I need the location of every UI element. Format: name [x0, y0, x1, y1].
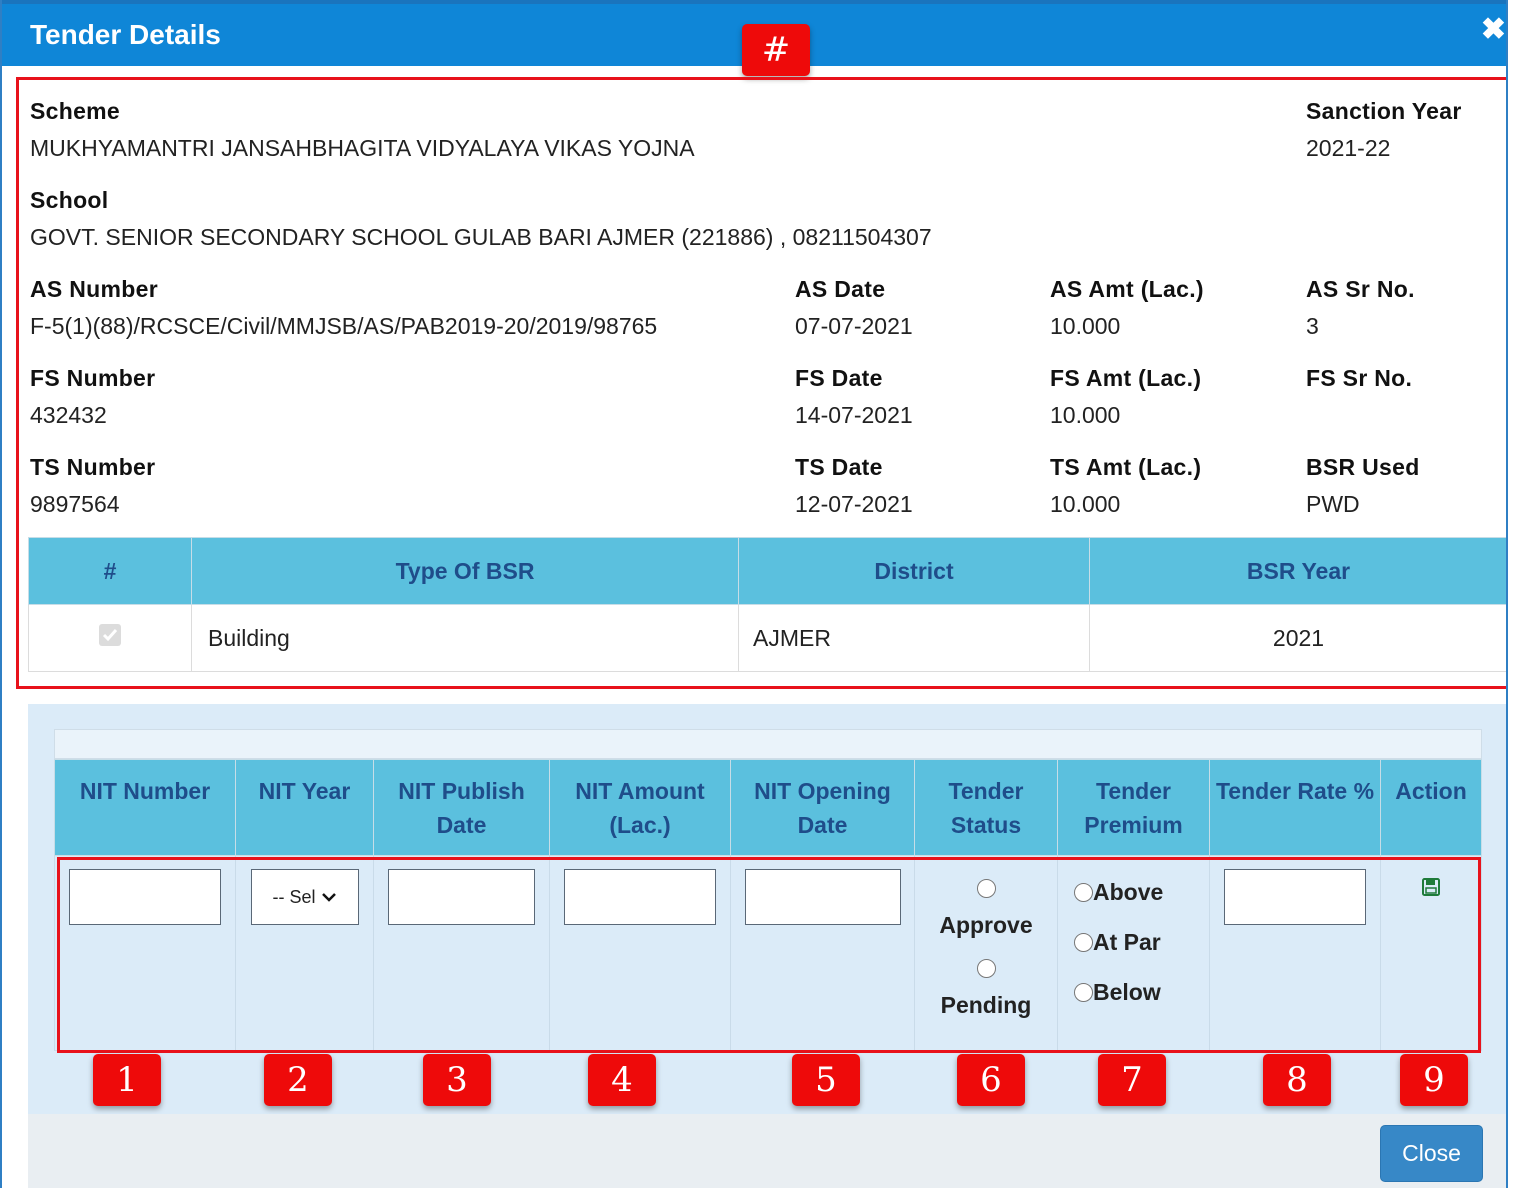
nit-col-header-year: NIT Year — [235, 759, 374, 856]
sanction-year-label: Sanction Year — [1306, 98, 1462, 124]
ts-amount-value: 10.000 — [1050, 491, 1121, 517]
bsr-col-header-district: District — [738, 537, 1090, 605]
close-button[interactable]: Close — [1380, 1125, 1483, 1182]
annotation-badge-4: 4 — [588, 1054, 656, 1106]
fs-number-value: 432432 — [30, 402, 107, 428]
as-date-value: 07-07-2021 — [795, 313, 913, 339]
fs-sr-label: FS Sr No. — [1306, 365, 1413, 391]
modal-title: Tender Details — [30, 19, 221, 50]
tender-details-modal: Tender Details ✖ # Scheme MUKHYAMANTRI J… — [0, 0, 1508, 1188]
scheme-value: MUKHYAMANTRI JANSAHBHAGITA VIDYALAYA VIK… — [30, 135, 695, 161]
school-label: School — [30, 187, 109, 213]
as-number-value: F-5(1)(88)/RCSCE/Civil/MMJSB/AS/PAB2019-… — [30, 313, 658, 339]
as-sr-value: 3 — [1306, 313, 1319, 339]
checkbox-icon[interactable] — [99, 624, 121, 646]
nit-col-header-number: NIT Number — [54, 759, 236, 856]
fs-amount-label: FS Amt (Lac.) — [1050, 365, 1202, 391]
ts-amount-field: TS Amt (Lac.) 10.000 — [1050, 454, 1201, 518]
ts-number-field: TS Number 9897564 — [30, 454, 155, 518]
ts-date-label: TS Date — [795, 454, 883, 480]
as-amount-field: AS Amt (Lac.) 10.000 — [1050, 276, 1204, 340]
as-sr-field: AS Sr No. 3 — [1306, 276, 1415, 340]
ts-number-value: 9897564 — [30, 491, 120, 517]
as-number-field: AS Number F-5(1)(88)/RCSCE/Civil/MMJSB/A… — [30, 276, 657, 340]
school-field: School GOVT. SENIOR SECONDARY SCHOOL GUL… — [30, 187, 932, 251]
annotation-badge-8: 8 — [1263, 1054, 1331, 1106]
bsr-used-field: BSR Used PWD — [1306, 454, 1420, 518]
fs-date-value: 14-07-2021 — [795, 402, 913, 428]
bsr-col-header-hash: # — [28, 537, 192, 605]
modal-footer — [28, 1114, 1506, 1188]
bsr-used-label: BSR Used — [1306, 454, 1420, 480]
fs-date-field: FS Date 14-07-2021 — [795, 365, 913, 429]
annotation-badge-2: 2 — [264, 1054, 332, 1106]
scheme-field: Scheme MUKHYAMANTRI JANSAHBHAGITA VIDYAL… — [30, 98, 695, 162]
scheme-label: Scheme — [30, 98, 121, 124]
annotation-badge-hash: # — [742, 24, 810, 76]
annotation-badge-7: 7 — [1098, 1054, 1166, 1106]
fs-number-field: FS Number 432432 — [30, 365, 155, 429]
nit-table-header-row: NIT Number NIT Year NIT Publish Date NIT… — [54, 759, 1482, 856]
annotation-box-inputs — [57, 857, 1481, 1053]
as-date-field: AS Date 07-07-2021 — [795, 276, 913, 340]
nit-col-header-publish-date: NIT Publish Date — [373, 759, 550, 856]
bsr-row-type: Building — [191, 604, 739, 672]
school-value: GOVT. SENIOR SECONDARY SCHOOL GULAB BARI… — [30, 224, 932, 250]
ts-date-value: 12-07-2021 — [795, 491, 913, 517]
annotation-badge-6: 6 — [957, 1054, 1025, 1106]
panel-strip — [54, 729, 1482, 759]
nit-col-header-amount: NIT Amount (Lac.) — [549, 759, 731, 856]
bsr-row-district: AJMER — [738, 604, 1090, 672]
nit-col-header-tender-status: Tender Status — [914, 759, 1058, 856]
as-number-label: AS Number — [30, 276, 158, 302]
bsr-col-header-type: Type Of BSR — [191, 537, 739, 605]
bsr-table: # Type Of BSR District BSR Year Building… — [28, 537, 1506, 672]
as-amount-label: AS Amt (Lac.) — [1050, 276, 1204, 302]
annotation-badge-3: 3 — [423, 1054, 491, 1106]
close-icon[interactable]: ✖ — [1481, 12, 1506, 47]
fs-amount-field: FS Amt (Lac.) 10.000 — [1050, 365, 1201, 429]
sanction-year-field: Sanction Year 2021-22 — [1306, 98, 1462, 162]
ts-number-label: TS Number — [30, 454, 156, 480]
sanction-year-value: 2021-22 — [1306, 135, 1391, 161]
ts-date-field: TS Date 12-07-2021 — [795, 454, 913, 518]
nit-col-header-opening-date: NIT Opening Date — [730, 759, 915, 856]
fs-sr-field: FS Sr No. — [1306, 365, 1412, 402]
bsr-used-value: PWD — [1306, 491, 1360, 517]
fs-number-label: FS Number — [30, 365, 156, 391]
bsr-col-header-year: BSR Year — [1089, 537, 1506, 605]
bsr-row-checkbox-cell — [28, 604, 192, 672]
bsr-table-header-row: # Type Of BSR District BSR Year — [28, 537, 1506, 605]
table-row: Building AJMER 2021 — [28, 604, 1506, 672]
annotation-badge-1: 1 — [93, 1054, 161, 1106]
fs-date-label: FS Date — [795, 365, 883, 391]
as-sr-label: AS Sr No. — [1306, 276, 1415, 302]
annotation-badge-5: 5 — [792, 1054, 860, 1106]
annotation-badge-9: 9 — [1400, 1054, 1468, 1106]
nit-col-header-tender-premium: Tender Premium — [1057, 759, 1210, 856]
bsr-row-year: 2021 — [1089, 604, 1506, 672]
as-amount-value: 10.000 — [1050, 313, 1121, 339]
as-date-label: AS Date — [795, 276, 886, 302]
fs-amount-value: 10.000 — [1050, 402, 1121, 428]
nit-col-header-action: Action — [1380, 759, 1482, 856]
nit-col-header-tender-rate: Tender Rate % — [1209, 759, 1381, 856]
ts-amount-label: TS Amt (Lac.) — [1050, 454, 1202, 480]
